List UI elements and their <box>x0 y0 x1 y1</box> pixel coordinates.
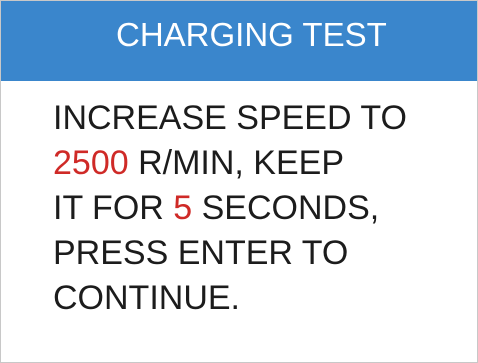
instruction-line-1: INCREASE SPEED TO <box>53 99 407 137</box>
speed-unit-text: R/MIN, KEEP <box>128 144 345 182</box>
duration-value: 5 <box>173 189 193 227</box>
speed-value: 2500 <box>53 144 129 182</box>
instruction-message: INCREASE SPEED TO 2500 R/MIN, KEEP IT FO… <box>53 96 473 321</box>
instruction-line-3: IT FOR 5 SECONDS, <box>53 186 473 231</box>
title-bar: CHARGING TEST <box>1 1 477 81</box>
instruction-line-4: PRESS ENTER TO <box>53 234 349 272</box>
duration-prefix: IT FOR <box>53 189 174 227</box>
instruction-line-2: 2500 R/MIN, KEEP <box>53 141 473 186</box>
duration-suffix: SECONDS, <box>192 189 380 227</box>
screen-title: CHARGING TEST <box>116 16 387 53</box>
instruction-line-5: CONTINUE. <box>53 279 240 317</box>
charging-test-screen: CHARGING TEST INCREASE SPEED TO 2500 R/M… <box>0 0 478 363</box>
